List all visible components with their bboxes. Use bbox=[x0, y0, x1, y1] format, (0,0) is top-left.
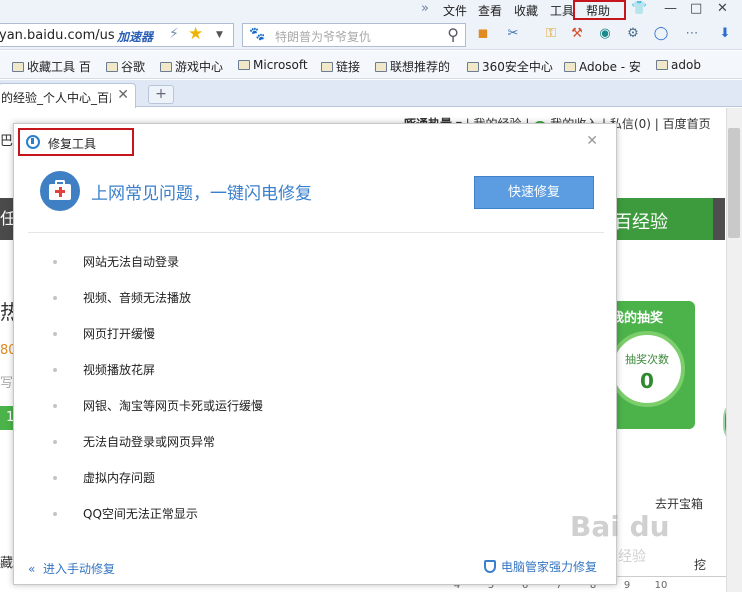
address-bar[interactable]: yan.baidu.com/us 加速器 ⚡ ★ ▼ bbox=[0, 23, 234, 47]
left-nav-bar: 任 bbox=[0, 198, 14, 240]
divider bbox=[28, 232, 604, 233]
bullet-icon bbox=[53, 404, 57, 408]
bookmarks-bar: 收藏工具 百 谷歌 游戏中心 Microsoft 链接 联想推荐的 360安全中… bbox=[0, 51, 742, 79]
baidu-watermark: Bai du bbox=[570, 510, 670, 543]
gamepad-icon bbox=[160, 62, 172, 72]
powered-by-label: 电脑管家强力修复 bbox=[484, 558, 597, 575]
close-tab-icon[interactable]: ✕ bbox=[117, 87, 129, 103]
download-icon[interactable]: ⬇ bbox=[716, 25, 734, 43]
search-placeholder[interactable]: 特朗普为爷爷复仇 bbox=[275, 28, 371, 45]
minimize-icon[interactable]: — bbox=[664, 1, 677, 16]
tool-icon[interactable]: ⚒ bbox=[568, 25, 586, 43]
bookmark-item[interactable]: 360安全中心 bbox=[467, 58, 553, 75]
double-chevron-left-icon: « bbox=[28, 562, 36, 576]
bullet-icon bbox=[53, 512, 57, 516]
new-tab-button[interactable]: + bbox=[148, 85, 174, 104]
toolbar: yan.baidu.com/us 加速器 ⚡ ★ ▼ 🐾 特朗普为爷爷复仇 ⚲ … bbox=[0, 20, 742, 50]
page-icon bbox=[656, 60, 668, 70]
bookmark-item[interactable]: Adobe - 安 bbox=[564, 58, 641, 75]
wrench-icon[interactable]: ⚙ bbox=[624, 25, 642, 43]
lottery-label: 抽奖次数 bbox=[625, 353, 669, 366]
bullet-icon bbox=[53, 332, 57, 336]
bullet-icon bbox=[53, 476, 57, 480]
key-icon[interactable]: ⚿ bbox=[542, 25, 560, 43]
close-window-icon[interactable]: ✕ bbox=[717, 1, 728, 16]
menu-bar: » 文件 查看 收藏 工具 帮助 👕 — □ ✕ bbox=[0, 0, 742, 20]
bookmark-item[interactable]: 游戏中心 bbox=[160, 58, 223, 75]
help-highlight-box bbox=[573, 0, 626, 20]
menu-view[interactable]: 查看 bbox=[478, 2, 502, 19]
lottery-title: 我的抽奖 bbox=[611, 311, 664, 326]
accelerator-label[interactable]: 加速器 bbox=[117, 28, 153, 45]
dialog-title: 修复工具 bbox=[48, 137, 97, 151]
folder-icon bbox=[321, 62, 333, 72]
folder-icon bbox=[375, 62, 387, 72]
bookmark-item[interactable]: Microsoft bbox=[238, 58, 308, 72]
scrollbar-thumb[interactable] bbox=[728, 128, 740, 238]
dialog-title-box: 修复工具 bbox=[18, 128, 134, 156]
bullet-icon bbox=[53, 368, 57, 372]
plugin-icon[interactable]: ◼ bbox=[474, 25, 492, 43]
camera-icon[interactable]: ◉ bbox=[596, 25, 614, 43]
baidu-watermark-sub: 经验 bbox=[618, 549, 646, 565]
baidu-home-link[interactable]: 百度首页 bbox=[663, 117, 711, 131]
page-icon bbox=[106, 62, 118, 72]
shield-icon[interactable]: ◯ bbox=[652, 25, 670, 43]
repair-tool-dialog: 修复工具 ✕ 上网常见问题，一键闪电修复 快速修复 网站无法自动登录 视频、音频… bbox=[13, 123, 617, 585]
bookmark-item[interactable]: 收藏工具 百 bbox=[12, 58, 91, 75]
close-icon[interactable]: ✕ bbox=[586, 133, 598, 149]
star-icon[interactable]: ★ bbox=[188, 24, 203, 44]
address-url[interactable]: yan.baidu.com/us bbox=[0, 28, 115, 43]
banner-edge bbox=[713, 198, 725, 240]
bookmark-item[interactable]: adob bbox=[656, 58, 701, 72]
bullet-icon bbox=[53, 440, 57, 444]
restore-icon[interactable]: □ bbox=[690, 1, 702, 16]
menu-file[interactable]: 文件 bbox=[443, 2, 467, 19]
quick-fix-button[interactable]: 快速修复 bbox=[474, 176, 594, 209]
paw-icon: 🐾 bbox=[249, 27, 266, 42]
menu-overflow-chevron[interactable]: » bbox=[421, 1, 429, 16]
dig-label: 挖 bbox=[694, 558, 707, 572]
left-text: 巴 bbox=[0, 134, 14, 149]
tab-title[interactable]: 的经验_个人中心_百度 bbox=[1, 89, 111, 106]
adobe-icon bbox=[564, 62, 576, 72]
first-aid-kit-icon bbox=[40, 171, 80, 211]
chevron-down-icon[interactable]: ▼ bbox=[216, 30, 223, 40]
tab-active[interactable]: 的经验_个人中心_百度 ✕ bbox=[0, 83, 136, 108]
manual-repair-link[interactable]: « 进入手动修复 bbox=[28, 560, 115, 577]
scissors-icon[interactable]: ✂ bbox=[504, 25, 522, 43]
more-icon[interactable]: ⋯ bbox=[683, 25, 701, 43]
360-icon bbox=[467, 62, 479, 72]
bullet-icon bbox=[53, 296, 57, 300]
left-text: 1 bbox=[0, 406, 14, 430]
shield-icon bbox=[484, 560, 496, 573]
bookmark-item[interactable]: 链接 bbox=[321, 58, 360, 75]
page-icon bbox=[12, 62, 24, 72]
menu-favorites[interactable]: 收藏 bbox=[514, 2, 538, 19]
search-icon[interactable]: ⚲ bbox=[447, 25, 459, 44]
bookmark-item[interactable]: 谷歌 bbox=[106, 58, 145, 75]
search-box[interactable]: 🐾 特朗普为爷爷复仇 ⚲ bbox=[242, 23, 466, 47]
bolt-icon[interactable]: ⚡ bbox=[169, 26, 179, 42]
left-text: 写 bbox=[0, 376, 14, 391]
tab-bar: 的经验_个人中心_百度 ✕ + bbox=[0, 80, 742, 108]
lottery-circle[interactable]: 抽奖次数 0 bbox=[609, 331, 685, 407]
left-text: 藏 bbox=[0, 556, 14, 571]
dialog-headline: 上网常见问题，一键闪电修复 bbox=[91, 184, 312, 204]
menu-tools[interactable]: 工具 bbox=[550, 2, 574, 19]
folder-icon bbox=[238, 60, 250, 70]
bookmark-item[interactable]: 联想推荐的 bbox=[375, 58, 450, 75]
lottery-count: 0 bbox=[640, 369, 654, 393]
bullet-icon bbox=[53, 260, 57, 264]
repair-logo-icon bbox=[26, 135, 40, 149]
skin-icon[interactable]: 👕 bbox=[631, 1, 647, 16]
